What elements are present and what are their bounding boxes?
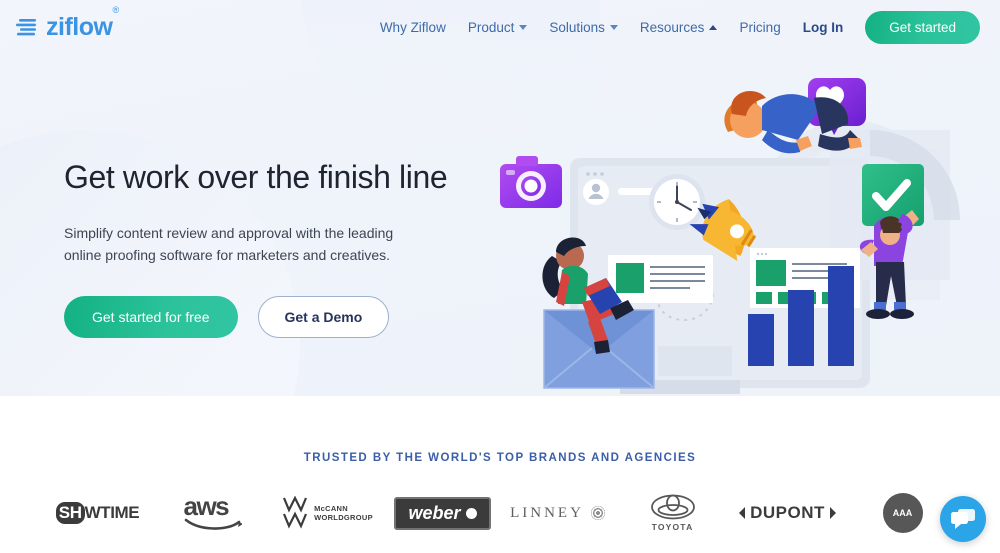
mccann-line2: WORLDGROUP: [314, 513, 373, 522]
trusted-brands-section: TRUSTED BY THE WORLD'S TOP BRANDS AND AG…: [0, 396, 1000, 553]
hero-subtitle: Simplify content review and approval wit…: [64, 225, 394, 264]
chat-bubbles-icon: [951, 509, 975, 529]
nav-link-label: Solutions: [549, 19, 605, 35]
nav-link-log-in[interactable]: Log In: [803, 20, 844, 35]
nav-link-resources[interactable]: Resources: [640, 20, 718, 35]
brand-logo-row: SH WTIME aws McCANN WORLDGROUP weber LIN…: [0, 490, 1000, 536]
get-a-demo-button[interactable]: Get a Demo: [257, 295, 390, 338]
chevron-down-icon: [609, 24, 618, 30]
illustration-platform: [658, 346, 732, 376]
nav-link-label: Log In: [802, 19, 844, 35]
weber-word: weber: [408, 502, 461, 523]
aaa-word: AAA: [892, 508, 913, 518]
brand-logo-showtime: SH WTIME: [40, 490, 155, 536]
nav-link-label: Resources: [639, 19, 705, 35]
brand-name-text: ziflow: [46, 12, 113, 41]
brand-logo-weber: weber: [385, 490, 500, 536]
nav-link-label: Pricing: [739, 19, 781, 35]
illustration-clock-icon: [649, 174, 705, 230]
linney-spiral-icon: [590, 506, 605, 520]
brand-logo-linney: LINNEY: [500, 490, 615, 536]
mccann-mark-icon: [283, 496, 308, 529]
dupont-left-arrow-icon: [739, 507, 746, 519]
hero-copy: Get work over the finish line Simplify c…: [64, 158, 494, 338]
nav-link-product[interactable]: Product: [468, 20, 528, 35]
brand-logo-toyota: TOYOTA: [615, 490, 730, 536]
brand-logo[interactable]: ziflow®: [16, 6, 119, 41]
showtime-word: WTIME: [84, 503, 140, 522]
chevron-up-icon: [709, 24, 718, 30]
main-navigation: ziflow® Why Ziflow Product Solutions Res…: [0, 0, 1000, 54]
dupont-right-arrow-icon: [829, 507, 836, 519]
stacked-lines-icon: [16, 18, 38, 36]
landing-page: ziflow® Why Ziflow Product Solutions Res…: [0, 0, 1000, 553]
brand-logo-dupont: DUPONT: [730, 490, 845, 536]
linney-word: LINNEY: [510, 504, 584, 521]
showtime-mark: SH: [55, 502, 85, 524]
hero-title: Get work over the finish line: [64, 159, 448, 195]
toyota-word: TOYOTA: [651, 522, 694, 532]
mccann-line1: McCANN: [314, 503, 348, 513]
nav-link-solutions[interactable]: Solutions: [549, 20, 618, 35]
chevron-down-icon: [519, 24, 528, 30]
nav-link-label: Product: [467, 19, 515, 35]
brand-logo-aws: aws: [155, 490, 270, 536]
get-started-button[interactable]: Get started: [865, 10, 980, 44]
brand-logo-mccann: McCANN WORLDGROUP: [270, 490, 385, 536]
chat-widget-button[interactable]: [940, 496, 986, 542]
trusted-brands-title: TRUSTED BY THE WORLD'S TOP BRANDS AND AG…: [303, 452, 697, 464]
illustration-card-left: [608, 255, 713, 303]
illustration-camera-icon: [500, 156, 562, 208]
toyota-ellipses-icon: [650, 494, 695, 520]
weber-grill-icon: [465, 507, 477, 519]
nav-link-why-ziflow[interactable]: Why Ziflow: [380, 20, 446, 35]
brand-wordmark: ziflow®: [46, 6, 119, 41]
dupont-word: DUPONT: [750, 503, 825, 522]
aaa-seal-icon: AAA: [882, 493, 923, 533]
aws-word: aws: [183, 490, 230, 521]
hero-illustration: [470, 70, 1000, 396]
get-started-for-free-button[interactable]: Get started for free: [64, 295, 238, 338]
nav-link-label: Why Ziflow: [379, 19, 446, 35]
nav-links-group: Why Ziflow Product Solutions Resources P…: [380, 10, 980, 44]
trademark-symbol: ®: [112, 5, 119, 16]
nav-link-pricing[interactable]: Pricing: [739, 20, 780, 35]
hero-cta-group: Get started for free Get a Demo: [64, 295, 494, 338]
